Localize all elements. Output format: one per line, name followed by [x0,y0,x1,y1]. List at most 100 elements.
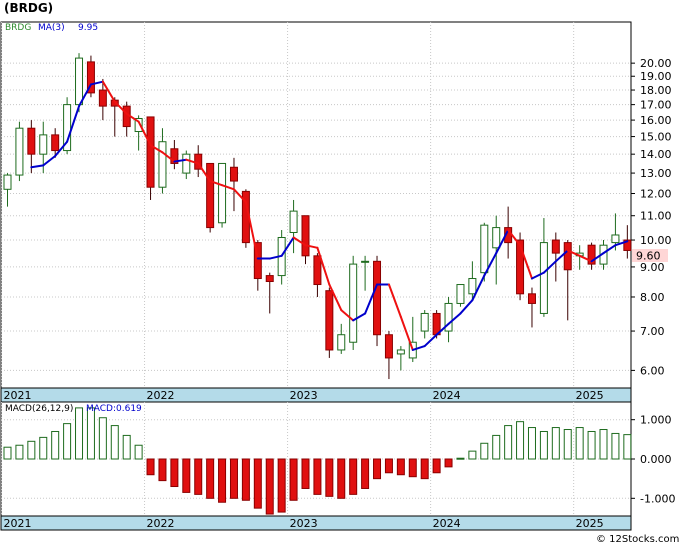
price-tick-label: 15.00 [640,131,672,144]
price-tick-label: 16.00 [640,114,672,127]
macd-bar-positive [527,427,536,460]
macd-bar-negative [158,458,167,482]
candle-down [265,275,274,283]
macd-bar-positive [539,430,548,460]
candle-up [3,174,12,190]
macd-bar-positive [587,430,596,460]
candle-up [492,227,501,249]
macd-bar-negative [301,458,310,489]
macd-bar-positive [575,427,584,460]
candle-up [39,134,48,155]
macd-bar-negative [325,458,334,497]
legend-ma-label: MA(3) [38,23,65,33]
macd-bar-negative [349,458,358,495]
price-tick-label: 20.00 [640,57,672,70]
candle-down [146,116,155,188]
macd-bar-positive [492,434,501,460]
macd-bar-negative [182,458,191,493]
macd-bar-negative [265,458,274,515]
macd-bar-positive [468,450,477,460]
macd-bar-negative [432,458,441,474]
macd-bar-positive [3,446,12,460]
candle-down [98,89,107,107]
candle-down [527,293,536,304]
macd-bar-positive [563,429,572,460]
candle-down [51,134,60,152]
macd-bar-negative [194,458,203,495]
macd-bar-positive [122,434,131,460]
candle-down [301,215,310,257]
candle-up [456,284,465,304]
price-y-axis: 20.0019.0018.00 17.00 16.00 15.00 14.00 13.00… [631,57,672,377]
candle-up [337,334,346,351]
macd-bar-positive [504,425,513,460]
candle-down [373,260,382,336]
candle-up [289,210,298,233]
candle-up [218,162,227,224]
price-tick-label: 10.00 [640,234,672,247]
year-label: 2024 [433,389,461,402]
macd-bar-negative [373,458,382,480]
macd-value-label: MACD:0.619 [86,404,142,414]
macd-bar-negative [241,458,250,501]
macd-bar-negative [444,458,453,468]
year-label: 2023 [290,517,318,530]
macd-bar-negative [337,458,346,499]
macd-bar-negative [396,458,405,476]
macd-bar-negative [361,458,370,489]
candle-up [349,263,358,343]
macd-bar-positive [15,444,24,460]
macd-bar-positive [39,436,48,460]
macd-bar-positive [98,417,107,460]
candle-up [75,57,84,106]
macd-bar-positive [51,430,60,460]
macd-bar-negative [420,458,429,480]
macd-bar-negative [313,458,322,495]
candle-up [361,260,370,263]
macd-bar-positive [75,407,84,460]
macd-bar-positive [134,444,143,460]
stock-chart: (BRDG) 20.0019.0018.00 17.00 16.00 15.00 14.… [0,1,679,545]
macd-bar-negative [277,458,286,513]
price-tick-label: 7.00 [640,325,665,338]
price-tick-label: 14.00 [640,148,672,161]
macd-bar-negative [218,458,227,503]
year-label: 2021 [4,389,32,402]
macd-tick-label: 1.000 [640,414,672,427]
macd-series-label: MACD(26,12,9) [5,404,73,414]
year-label: 2021 [4,517,32,530]
candle-down [325,290,334,351]
candle-down [384,334,393,359]
price-tick-label: 17.00 [640,99,672,112]
macd-bar-negative [384,458,393,474]
macd-bar-negative [253,458,262,509]
legend-ticker: BRDG [5,23,31,33]
price-panel [0,21,632,389]
macd-bar-positive [551,427,560,460]
year-label: 2022 [147,389,175,402]
macd-bar-positive [110,425,119,460]
year-label: 2022 [147,517,175,530]
candle-up [611,234,620,244]
macd-bar-negative [229,458,238,499]
candle-down [551,239,560,254]
macd-tick-label: -1.000 [640,492,675,505]
candle-up [420,312,429,332]
price-tick-label: 12.00 [640,188,672,201]
candle-up [182,153,191,174]
year-label: 2025 [576,389,604,402]
candle-down [206,162,215,229]
candle-up [480,224,489,274]
macd-bar-positive [516,421,525,460]
price-tick-label: 6.00 [640,364,665,377]
macd-bar-positive [611,432,620,460]
macd-bar-positive [27,440,36,460]
macd-y-axis: 1.000 0.000 -1.000 [631,414,675,505]
candle-up [468,278,477,295]
year-label: 2024 [433,517,461,530]
candle-up [396,349,405,355]
year-label: 2023 [290,389,318,402]
candle-up [15,127,24,176]
price-tick-label: 11.00 [640,210,672,223]
macd-bar-positive [63,423,72,460]
